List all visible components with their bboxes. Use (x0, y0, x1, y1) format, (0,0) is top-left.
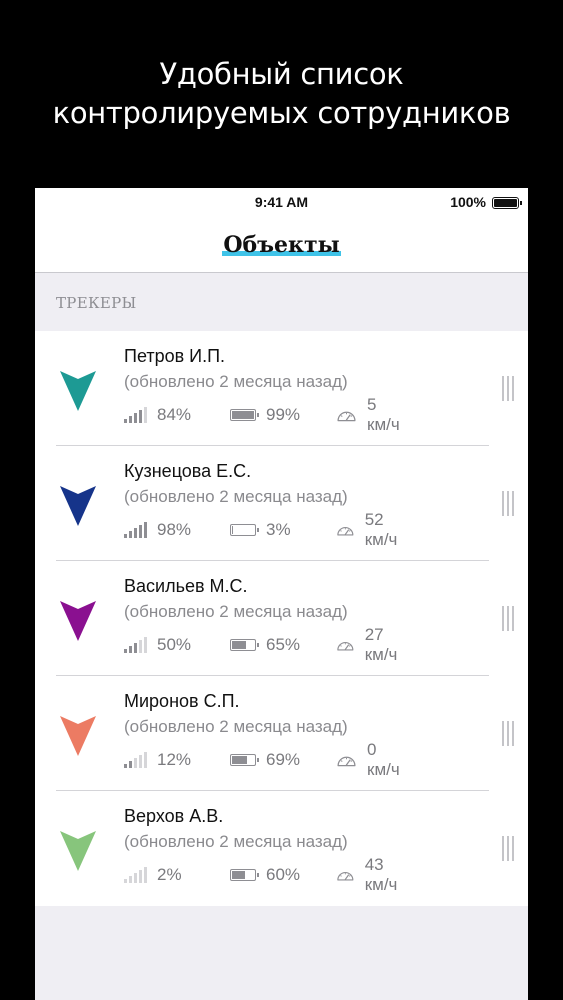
speedometer-icon (337, 527, 354, 536)
battery-value: 69% (266, 750, 301, 769)
tracker-updated: (обновлено 2 месяца назад) (124, 832, 348, 851)
reorder-handle-icon[interactable] (502, 491, 514, 516)
speed-stat: 52 км/ч (336, 510, 400, 549)
speed-value: 52 км/ч (364, 510, 398, 549)
speedometer-icon (337, 756, 356, 767)
signal-bars-icon (124, 637, 147, 653)
battery-stat: 3% (230, 519, 291, 541)
battery-stat: 99% (230, 404, 300, 426)
phone-screen: 9:41 AM 100% Объекты ТРЕКЕРЫ Петров И.П.… (35, 188, 528, 1000)
reorder-handle-icon[interactable] (502, 721, 514, 746)
signal-stat: 12% (124, 749, 191, 771)
tracker-list: Петров И.П. (обновлено 2 месяца назад) 8… (35, 331, 528, 906)
battery-icon (230, 869, 259, 881)
tracker-updated: (обновлено 2 месяца назад) (124, 717, 348, 736)
speed-stat: 5 км/ч (336, 395, 400, 434)
tracker-updated: (обновлено 2 месяца назад) (124, 487, 348, 506)
tracker-row[interactable]: Васильев М.С. (обновлено 2 месяца назад)… (35, 561, 528, 676)
battery-icon (230, 754, 259, 766)
battery-icon (230, 409, 259, 421)
promo-line-2: контролируемых сотрудников (52, 96, 511, 130)
battery-value: 65% (266, 635, 301, 654)
speed-value: 0 км/ч (367, 740, 400, 779)
direction-arrow-icon (60, 831, 96, 871)
direction-arrow-icon (60, 601, 96, 641)
signal-value: 12% (157, 750, 192, 769)
direction-arrow-icon (60, 716, 96, 756)
battery-value: 99% (266, 405, 301, 424)
tracker-updated: (обновлено 2 месяца назад) (124, 372, 348, 391)
status-battery-percent: 100% (450, 194, 486, 210)
speedometer-icon (337, 642, 354, 651)
signal-stat: 2% (124, 864, 182, 886)
direction-arrow-icon (60, 371, 96, 411)
tracker-row[interactable]: Миронов С.П. (обновлено 2 месяца назад) … (35, 676, 528, 791)
battery-icon (230, 639, 259, 651)
signal-bars-icon (124, 867, 147, 883)
promo-caption: Удобный список контролируемых сотруднико… (0, 55, 563, 133)
direction-arrow-icon (60, 486, 96, 526)
signal-value: 98% (157, 520, 192, 539)
signal-value: 50% (157, 635, 192, 654)
reorder-handle-icon[interactable] (502, 606, 514, 631)
nav-bar: Объекты (35, 218, 528, 273)
tracker-name: Кузнецова Е.С. (124, 461, 252, 481)
page-title: Объекты (222, 232, 341, 258)
status-bar: 9:41 AM 100% (35, 188, 528, 218)
tracker-name: Петров И.П. (124, 346, 226, 366)
promo-line-1: Удобный список (159, 57, 404, 91)
battery-stat: 60% (230, 864, 300, 886)
signal-bars-icon (124, 522, 147, 538)
reorder-handle-icon[interactable] (502, 376, 514, 401)
signal-value: 84% (157, 405, 192, 424)
speedometer-icon (337, 411, 356, 422)
speed-value: 27 км/ч (364, 625, 398, 664)
battery-icon (230, 524, 259, 536)
empty-area (35, 906, 528, 1000)
speed-value: 43 км/ч (364, 855, 398, 894)
battery-stat: 65% (230, 634, 300, 656)
reorder-handle-icon[interactable] (502, 836, 514, 861)
tracker-name: Миронов С.П. (124, 691, 240, 711)
tracker-name: Верхов А.В. (124, 806, 224, 826)
signal-stat: 50% (124, 634, 191, 656)
tracker-updated: (обновлено 2 месяца назад) (124, 602, 348, 621)
battery-value: 60% (266, 865, 301, 884)
status-battery-icon (492, 197, 522, 209)
signal-value: 2% (157, 865, 182, 884)
battery-value: 3% (266, 520, 291, 539)
tracker-row[interactable]: Верхов А.В. (обновлено 2 месяца назад) 2… (35, 791, 528, 906)
tracker-row[interactable]: Кузнецова Е.С. (обновлено 2 месяца назад… (35, 446, 528, 561)
speed-stat: 0 км/ч (336, 740, 400, 779)
speed-stat: 27 км/ч (336, 625, 400, 664)
tracker-row[interactable]: Петров И.П. (обновлено 2 месяца назад) 8… (35, 331, 528, 446)
signal-stat: 98% (124, 519, 191, 541)
signal-stat: 84% (124, 404, 191, 426)
signal-bars-icon (124, 752, 147, 768)
speed-stat: 43 км/ч (336, 855, 400, 894)
speed-value: 5 км/ч (367, 395, 400, 434)
battery-stat: 69% (230, 749, 300, 771)
tracker-name: Васильев М.С. (124, 576, 248, 596)
speedometer-icon (337, 872, 354, 881)
signal-bars-icon (124, 407, 147, 423)
section-header-trackers: ТРЕКЕРЫ (56, 294, 137, 312)
